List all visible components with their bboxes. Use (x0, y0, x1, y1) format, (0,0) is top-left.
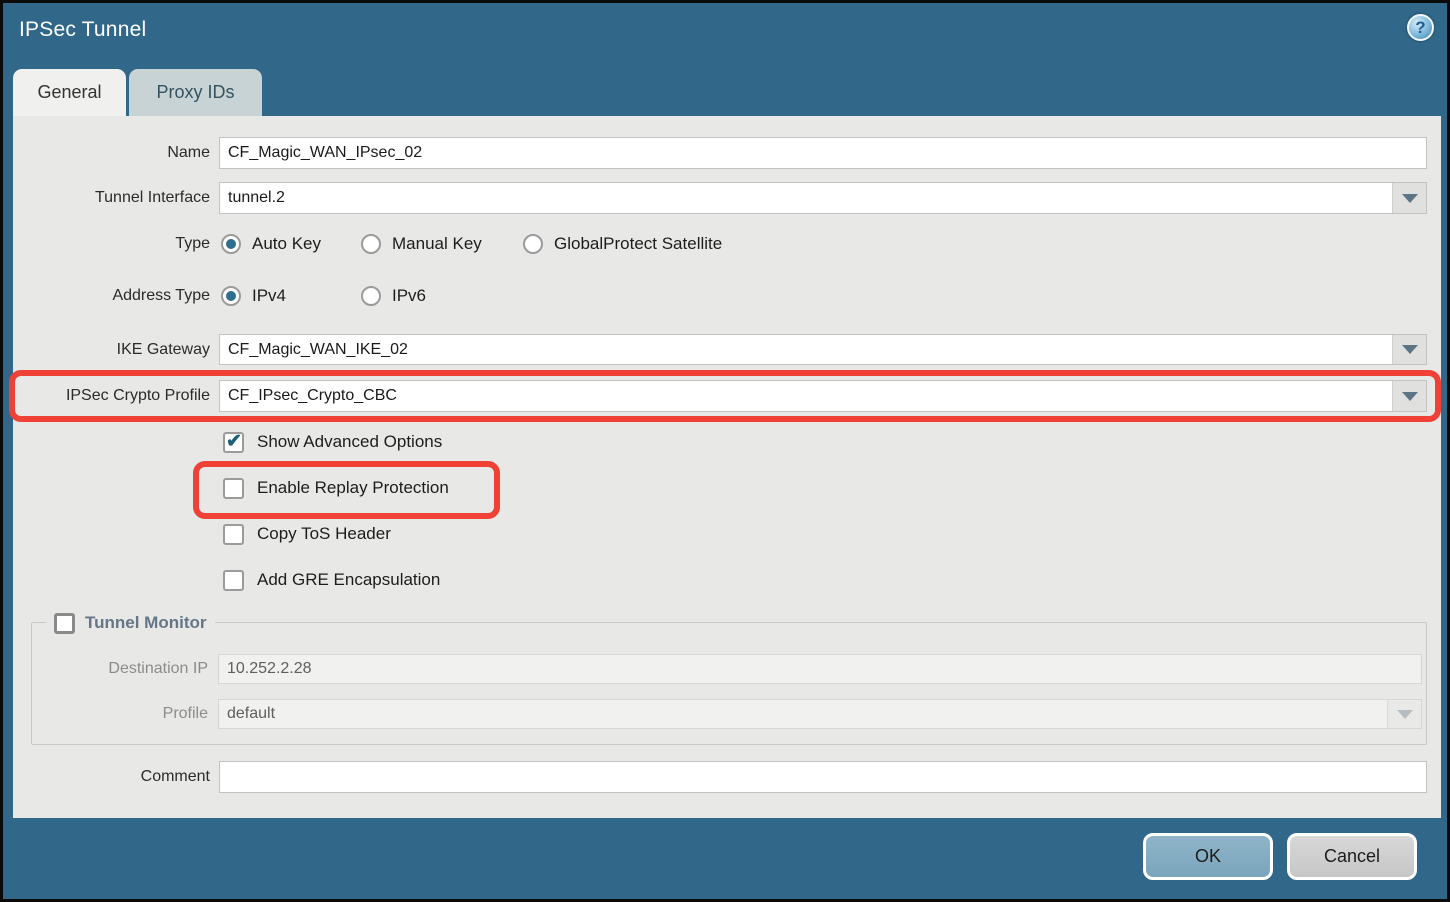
checkbox-gre-label: Add GRE Encapsulation (257, 570, 440, 590)
name-input[interactable] (219, 137, 1427, 169)
tunnel-interface-combo (219, 182, 1427, 214)
tunnel-interface-label: Tunnel Interface (13, 189, 210, 207)
tunnel-interface-row: Tunnel Interface (13, 182, 1427, 214)
profile-input (219, 700, 1387, 728)
ipsec-tunnel-dialog: IPSec Tunnel ? General Proxy IDs Name Tu… (0, 0, 1450, 902)
help-icon[interactable]: ? (1407, 14, 1434, 41)
radio-ipv6[interactable]: IPv6 (361, 285, 426, 307)
dialog-title: IPSec Tunnel (19, 18, 146, 42)
ike-gateway-dropdown-button[interactable] (1392, 335, 1426, 364)
ok-button[interactable]: OK (1143, 833, 1273, 880)
tunnel-monitor-label: Tunnel Monitor (85, 613, 207, 633)
radio-ipv6-label: IPv6 (392, 286, 426, 306)
chevron-down-icon (1402, 345, 1418, 354)
address-type-row: Address Type IPv4 IPv6 (13, 285, 1427, 307)
radio-manual-key-label: Manual Key (392, 234, 482, 254)
radio-manual-key[interactable]: Manual Key (361, 233, 482, 255)
destination-ip-input (218, 654, 1422, 684)
radio-ipv4-circle (221, 286, 241, 306)
checkbox-tos-label: Copy ToS Header (257, 524, 391, 544)
checkbox-enable-replay-protection[interactable]: Enable Replay Protection (223, 477, 449, 499)
chevron-down-icon (1402, 392, 1418, 401)
tab-general-label: General (37, 82, 101, 103)
ipsec-crypto-profile-input[interactable] (220, 381, 1392, 411)
checkbox-add-gre-encapsulation[interactable]: Add GRE Encapsulation (223, 569, 440, 591)
chevron-down-icon (1402, 194, 1418, 203)
profile-combo (218, 699, 1422, 729)
type-row: Type Auto Key Manual Key GlobalProtect S… (13, 233, 1427, 255)
chevron-down-icon (1397, 710, 1413, 719)
cancel-button-label: Cancel (1324, 846, 1380, 867)
name-row: Name (13, 137, 1427, 169)
radio-auto-key[interactable]: Auto Key (221, 233, 321, 255)
checkbox-tos-box (223, 524, 244, 545)
checkbox-gre-box (223, 570, 244, 591)
ike-gateway-input[interactable] (220, 335, 1392, 364)
ipsec-crypto-profile-label: IPSec Crypto Profile (13, 387, 210, 405)
general-tab-panel: Name Tunnel Interface Type Auto Key Manu… (13, 116, 1441, 818)
comment-row: Comment (13, 761, 1427, 793)
tunnel-monitor-toggle[interactable]: Tunnel Monitor (46, 610, 215, 636)
ipsec-crypto-profile-row: IPSec Crypto Profile (13, 380, 1427, 412)
profile-row: Profile (36, 699, 1422, 729)
ipsec-crypto-profile-dropdown-button[interactable] (1392, 381, 1426, 411)
tunnel-monitor-checkbox (54, 613, 75, 634)
ok-button-label: OK (1195, 846, 1221, 867)
radio-globalprotect-circle (523, 234, 543, 254)
destination-ip-row: Destination IP (36, 654, 1422, 684)
profile-label: Profile (36, 705, 208, 723)
radio-globalprotect-satellite[interactable]: GlobalProtect Satellite (523, 233, 722, 255)
checkbox-show-advanced-box (223, 432, 244, 453)
type-label: Type (13, 235, 210, 253)
ike-gateway-label: IKE Gateway (13, 341, 210, 359)
checkbox-show-advanced-label: Show Advanced Options (257, 432, 442, 452)
radio-ipv4-label: IPv4 (252, 286, 286, 306)
tab-proxy-ids[interactable]: Proxy IDs (129, 69, 262, 116)
radio-ipv6-circle (361, 286, 381, 306)
checkbox-show-advanced-options[interactable]: Show Advanced Options (223, 431, 442, 453)
comment-input[interactable] (219, 761, 1427, 793)
name-label: Name (13, 144, 210, 162)
tab-general[interactable]: General (13, 69, 126, 116)
address-type-label: Address Type (13, 287, 210, 305)
checkbox-copy-tos-header[interactable]: Copy ToS Header (223, 523, 391, 545)
radio-auto-key-circle (221, 234, 241, 254)
ike-gateway-row: IKE Gateway (13, 334, 1427, 365)
checkbox-replay-label: Enable Replay Protection (257, 478, 449, 498)
tab-proxy-ids-label: Proxy IDs (156, 82, 234, 103)
ipsec-crypto-profile-combo (219, 380, 1427, 412)
destination-ip-label: Destination IP (36, 660, 208, 678)
radio-manual-key-circle (361, 234, 381, 254)
cancel-button[interactable]: Cancel (1287, 833, 1417, 880)
radio-globalprotect-label: GlobalProtect Satellite (554, 234, 722, 254)
checkbox-replay-box (223, 478, 244, 499)
ike-gateway-combo (219, 334, 1427, 365)
radio-auto-key-label: Auto Key (252, 234, 321, 254)
profile-dropdown-button (1387, 700, 1421, 728)
tunnel-monitor-fieldset: Tunnel Monitor Destination IP Profile (31, 622, 1427, 745)
tunnel-interface-input[interactable] (220, 183, 1392, 213)
comment-label: Comment (13, 768, 210, 786)
radio-ipv4[interactable]: IPv4 (221, 285, 286, 307)
tunnel-interface-dropdown-button[interactable] (1392, 183, 1426, 213)
